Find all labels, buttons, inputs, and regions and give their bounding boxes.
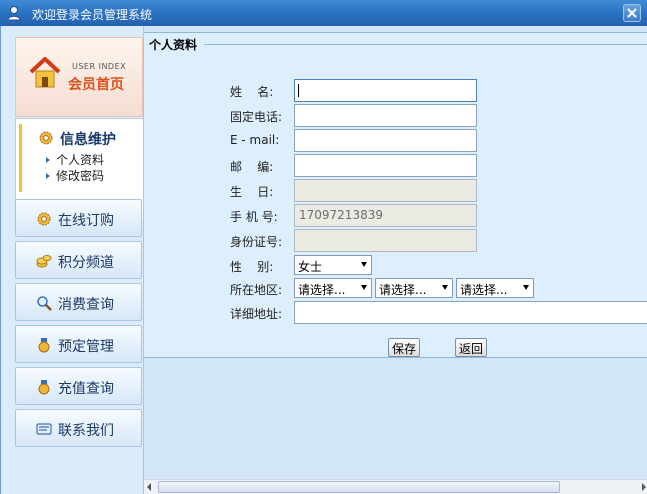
- save-button[interactable]: 保存: [388, 338, 421, 357]
- close-icon: [627, 8, 637, 18]
- sidebar-item-label: 充值查询: [58, 381, 114, 397]
- scrollbar-thumb[interactable]: [158, 481, 560, 493]
- gear-icon: [39, 131, 53, 145]
- sidebar-item-label: 预定管理: [58, 339, 114, 355]
- app-window: USER INDEX 会员首页 信息维护 个人资料 修改密码 在线订购 积分频道…: [0, 26, 647, 494]
- home-small-label: USER INDEX: [72, 62, 127, 71]
- sidebar-item-label: 在线订购: [58, 213, 114, 229]
- sidebar-item-password[interactable]: 修改密码: [46, 167, 104, 184]
- sidebar-item-recharge[interactable]: 充值查询: [15, 367, 142, 405]
- birthday-label: 生 日:: [230, 185, 274, 199]
- home-button[interactable]: USER INDEX 会员首页: [15, 37, 143, 117]
- dropdown-arrow-icon: [361, 262, 367, 267]
- profile-panel: 个人资料 姓 名: 固定电话: E - mail: 邮 编: 生 日: 手 机 …: [144, 32, 647, 358]
- medal-icon: [38, 380, 50, 395]
- postcode-field[interactable]: [294, 154, 477, 177]
- city-value: 请选择...: [379, 283, 427, 297]
- scroll-right-icon[interactable]: [642, 483, 646, 491]
- gender-value: 女士: [298, 260, 323, 274]
- sidebar-item-label: 修改密码: [56, 169, 105, 183]
- divider: [204, 44, 647, 45]
- id-number-field: [294, 229, 477, 252]
- section-title[interactable]: 信息维护: [60, 129, 116, 149]
- active-indicator: [19, 124, 22, 192]
- contact-card-icon: [36, 423, 52, 435]
- sidebar-item-contact[interactable]: 联系我们: [15, 409, 142, 447]
- name-label: 姓 名:: [230, 85, 274, 99]
- email-label: E - mail:: [230, 133, 280, 147]
- email-field[interactable]: [294, 129, 477, 152]
- gender-label: 性 别:: [230, 260, 274, 274]
- address-label: 详细地址:: [230, 307, 283, 321]
- horizontal-scrollbar[interactable]: [144, 479, 647, 494]
- dropdown-arrow-icon: [442, 285, 448, 290]
- title-bar: 欢迎登录会员管理系统: [0, 0, 647, 26]
- coins-icon: [36, 255, 52, 268]
- user-icon: [7, 6, 21, 21]
- dropdown-arrow-icon: [523, 285, 529, 290]
- sidebar-item-consumption[interactable]: 消费查询: [15, 283, 142, 321]
- home-label: 会员首页: [68, 77, 124, 93]
- sidebar-item-reservation[interactable]: 预定管理: [15, 325, 142, 363]
- mobile-field: 17097213839: [294, 204, 477, 227]
- sidebar-item-profile[interactable]: 个人资料: [46, 151, 104, 168]
- gender-select[interactable]: 女士: [294, 255, 372, 275]
- name-field[interactable]: [294, 79, 477, 102]
- sidebar-item-label: 联系我们: [58, 423, 114, 439]
- sidebar-item-label: 消费查询: [58, 297, 114, 313]
- gear-icon: [37, 212, 51, 226]
- phone-field[interactable]: [294, 104, 477, 127]
- back-button[interactable]: 返回: [455, 338, 488, 357]
- house-icon: [29, 57, 61, 88]
- district-value: 请选择...: [460, 283, 508, 297]
- district-select[interactable]: 请选择...: [456, 278, 534, 298]
- province-value: 请选择...: [298, 283, 346, 297]
- dropdown-arrow-icon: [361, 285, 367, 290]
- id-number-label: 身份证号:: [230, 235, 283, 249]
- search-icon: [37, 296, 52, 311]
- sidebar: USER INDEX 会员首页 信息维护 个人资料 修改密码 在线订购 积分频道…: [1, 26, 143, 494]
- section-title: 个人资料: [149, 38, 198, 52]
- mobile-label: 手 机 号:: [230, 210, 278, 224]
- triangle-icon: [46, 157, 50, 163]
- sidebar-item-label: 个人资料: [56, 153, 105, 167]
- address-field[interactable]: [294, 301, 647, 324]
- triangle-icon: [46, 173, 50, 179]
- close-button[interactable]: [623, 4, 641, 22]
- window-title: 欢迎登录会员管理系统: [32, 8, 153, 22]
- sidebar-item-label: 积分频道: [58, 255, 114, 271]
- sidebar-item-online-order[interactable]: 在线订购: [15, 199, 142, 237]
- city-select[interactable]: 请选择...: [375, 278, 453, 298]
- sidebar-item-points[interactable]: 积分频道: [15, 241, 142, 279]
- scroll-left-icon[interactable]: [147, 483, 151, 491]
- phone-label: 固定电话:: [230, 110, 283, 124]
- main-content: 个人资料 姓 名: 固定电话: E - mail: 邮 编: 生 日: 手 机 …: [143, 26, 647, 494]
- postcode-label: 邮 编:: [230, 160, 274, 174]
- text-caret: [298, 84, 299, 97]
- province-select[interactable]: 请选择...: [294, 278, 372, 298]
- birthday-field: [294, 179, 477, 202]
- region-label: 所在地区:: [230, 283, 283, 297]
- medal-icon: [38, 338, 50, 353]
